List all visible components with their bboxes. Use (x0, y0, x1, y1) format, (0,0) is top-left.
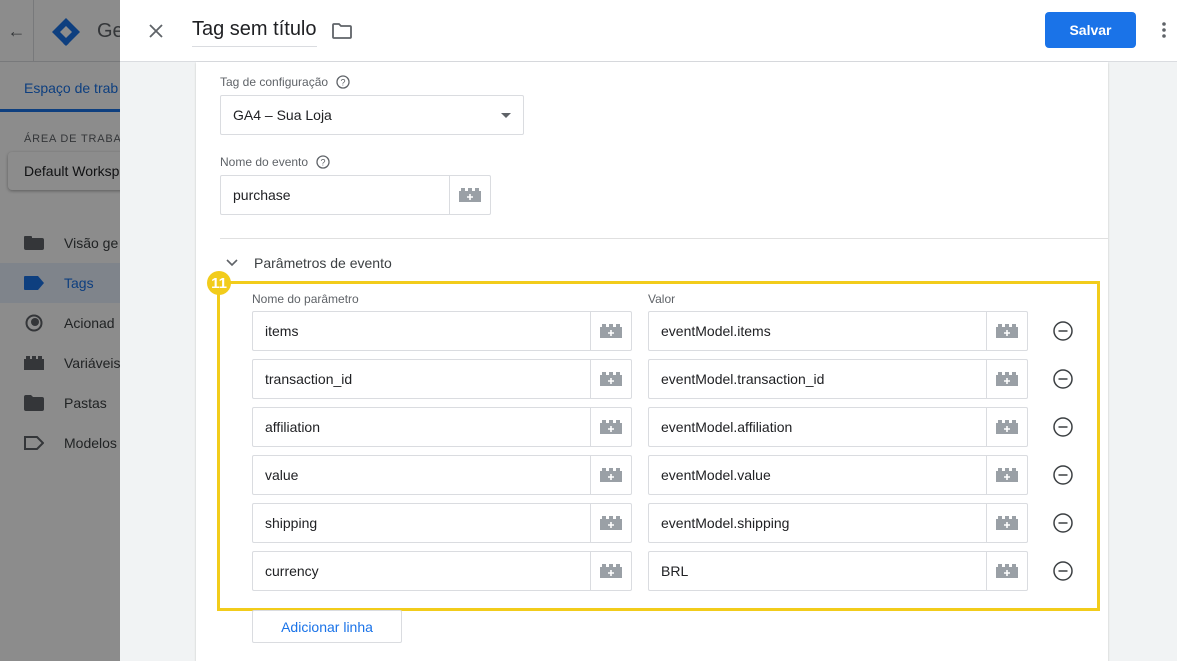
config-tag-label-row: Tag de configuração ? (220, 75, 350, 89)
variable-picker-button[interactable] (986, 456, 1027, 494)
variable-picker-button[interactable] (986, 312, 1027, 350)
param-value-field: eventModel.shipping (648, 503, 1028, 543)
param-value-field: BRL (648, 551, 1028, 591)
param-name-column-label: Nome do parâmetro (252, 292, 359, 306)
param-name-field: transaction_id (252, 359, 632, 399)
event-name-label: Nome do evento (220, 155, 309, 169)
remove-row-button[interactable] (1052, 464, 1074, 486)
variable-picker-icon (600, 516, 622, 530)
param-value-field: eventModel.items (648, 311, 1028, 351)
event-params-title: Parâmetros de evento (254, 255, 392, 271)
variable-picker-icon (600, 372, 622, 386)
remove-circle-icon (1053, 513, 1073, 533)
param-value-column-label: Valor (648, 292, 676, 306)
event-name-field: purchase (220, 175, 491, 215)
variable-picker-icon (996, 564, 1018, 578)
close-icon (149, 24, 163, 38)
folder-outline-icon (332, 23, 352, 39)
folder-button[interactable] (331, 20, 353, 42)
variable-picker-icon (996, 516, 1018, 530)
section-divider (220, 238, 1108, 239)
variable-picker-button[interactable] (590, 312, 631, 350)
add-row-button[interactable]: Adicionar linha (252, 610, 402, 643)
param-name-input[interactable]: transaction_id (253, 360, 590, 398)
variable-picker-button[interactable] (449, 176, 490, 214)
param-value-input[interactable]: eventModel.transaction_id (649, 360, 986, 398)
param-value-input[interactable]: eventModel.value (649, 456, 986, 494)
variable-picker-icon (996, 420, 1018, 434)
remove-row-button[interactable] (1052, 416, 1074, 438)
config-tag-value: GA4 – Sua Loja (233, 107, 332, 123)
param-name-input[interactable]: value (253, 456, 590, 494)
remove-circle-icon (1053, 417, 1073, 437)
param-value-field: eventModel.transaction_id (648, 359, 1028, 399)
variable-picker-icon (996, 468, 1018, 482)
variable-picker-icon (996, 372, 1018, 386)
config-tag-label: Tag de configuração (220, 75, 329, 89)
remove-row-button[interactable] (1052, 320, 1074, 342)
tag-editor-panel: Tag sem título Salvar Tag de configuraçã… (120, 0, 1177, 661)
remove-row-button[interactable] (1052, 368, 1074, 390)
param-name-input[interactable]: items (253, 312, 590, 350)
param-name-input[interactable]: currency (253, 552, 590, 590)
param-name-field: affiliation (252, 407, 632, 447)
help-icon[interactable]: ? (336, 75, 350, 89)
variable-picker-button[interactable] (986, 504, 1027, 542)
variable-picker-button[interactable] (590, 504, 631, 542)
param-name-field: items (252, 311, 632, 351)
chevron-down-icon (226, 259, 238, 267)
variable-picker-button[interactable] (590, 552, 631, 590)
param-value-input[interactable]: eventModel.items (649, 312, 986, 350)
variable-picker-button[interactable] (590, 456, 631, 494)
param-value-input[interactable]: BRL (649, 552, 986, 590)
remove-circle-icon (1053, 561, 1073, 581)
variable-picker-button[interactable] (986, 552, 1027, 590)
variable-picker-button[interactable] (590, 360, 631, 398)
more-vert-icon (1162, 22, 1166, 38)
more-options-button[interactable] (1154, 16, 1174, 44)
remove-circle-icon (1053, 369, 1073, 389)
variable-picker-icon (600, 468, 622, 482)
help-icon[interactable]: ? (316, 155, 330, 169)
panel-header: Tag sem título Salvar (120, 0, 1177, 62)
param-name-field: shipping (252, 503, 632, 543)
step-badge: 11 (207, 271, 231, 295)
param-value-input[interactable]: eventModel.shipping (649, 504, 986, 542)
event-name-label-row: Nome do evento ? (220, 155, 330, 169)
svg-text:?: ? (321, 158, 326, 168)
variable-picker-button[interactable] (590, 408, 631, 446)
variable-picker-button[interactable] (986, 408, 1027, 446)
variable-picker-icon (600, 324, 622, 338)
remove-row-button[interactable] (1052, 512, 1074, 534)
param-name-field: value (252, 455, 632, 495)
variable-picker-icon (600, 564, 622, 578)
param-value-input[interactable]: eventModel.affiliation (649, 408, 986, 446)
event-name-input[interactable]: purchase (221, 176, 449, 214)
variable-picker-icon (600, 420, 622, 434)
config-tag-select[interactable]: GA4 – Sua Loja (220, 95, 524, 135)
variable-picker-button[interactable] (986, 360, 1027, 398)
param-name-input[interactable]: affiliation (253, 408, 590, 446)
variable-picker-icon (996, 324, 1018, 338)
param-name-input[interactable]: shipping (253, 504, 590, 542)
tag-name-field[interactable]: Tag sem título (192, 18, 317, 47)
param-name-field: currency (252, 551, 632, 591)
param-value-field: eventModel.affiliation (648, 407, 1028, 447)
remove-row-button[interactable] (1052, 560, 1074, 582)
param-value-field: eventModel.value (648, 455, 1028, 495)
dropdown-arrow-icon (501, 113, 511, 118)
variable-picker-icon (459, 188, 481, 202)
remove-circle-icon (1053, 465, 1073, 485)
save-button[interactable]: Salvar (1045, 12, 1136, 48)
tag-configuration-card: Tag de configuração ? GA4 – Sua Loja Nom… (196, 62, 1108, 661)
svg-text:?: ? (341, 78, 346, 88)
event-params-section-toggle[interactable]: Parâmetros de evento (224, 255, 392, 271)
remove-circle-icon (1053, 321, 1073, 341)
close-button[interactable] (142, 17, 170, 45)
